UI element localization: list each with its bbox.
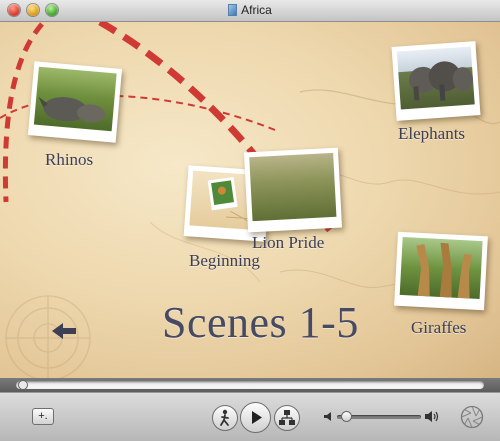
chapter-label-giraffes[interactable]: Giraffes <box>411 318 466 338</box>
back-arrow-icon[interactable] <box>52 322 76 340</box>
play-icon <box>252 411 262 424</box>
chapter-label-lion-pride[interactable]: Lion Pride <box>252 233 324 253</box>
timeline-bar <box>0 378 500 392</box>
timeline-track[interactable] <box>16 381 484 389</box>
chapter-thumbnail-elephants[interactable] <box>391 41 481 121</box>
walk-menu-icon <box>220 409 229 426</box>
lion-pride-photo <box>249 152 337 222</box>
chapters-button[interactable] <box>274 405 300 431</box>
app-window: Africa Rhinos Elephants Beginning Lion P… <box>0 0 500 441</box>
chapters-icon <box>279 410 295 425</box>
volume-knob[interactable] <box>340 411 352 422</box>
chapter-label-beginning[interactable]: Beginning <box>189 251 260 271</box>
giraffes-photo <box>416 242 472 299</box>
scenes-title: Scenes 1-5 <box>162 298 359 347</box>
volume-high-icon <box>425 411 439 422</box>
chapter-thumbnail-rhinos[interactable] <box>27 61 123 143</box>
play-button[interactable] <box>240 402 271 433</box>
chapter-thumbnail-lion-pride[interactable] <box>243 147 343 233</box>
rhinos-photo <box>38 96 106 123</box>
add-button[interactable]: +. <box>32 408 54 425</box>
menu-button[interactable] <box>212 405 238 431</box>
elephants-photo <box>408 61 473 101</box>
title-bar: Africa <box>0 0 500 22</box>
chapter-label-elephants[interactable]: Elephants <box>398 124 465 144</box>
compass-rose-icon <box>5 295 91 378</box>
movie-canvas[interactable]: Rhinos Elephants Beginning Lion Pride Gi… <box>0 22 500 378</box>
aperture-icon[interactable] <box>460 405 484 429</box>
volume-low-icon <box>324 412 331 421</box>
chapter-label-rhinos[interactable]: Rhinos <box>45 150 93 170</box>
window-title-group: Africa <box>0 3 500 17</box>
control-bar: +. <box>0 392 500 441</box>
window-title: Africa <box>241 3 272 17</box>
document-icon <box>228 4 238 16</box>
chapter-thumbnail-giraffes[interactable] <box>394 231 488 311</box>
playhead[interactable] <box>18 380 28 390</box>
